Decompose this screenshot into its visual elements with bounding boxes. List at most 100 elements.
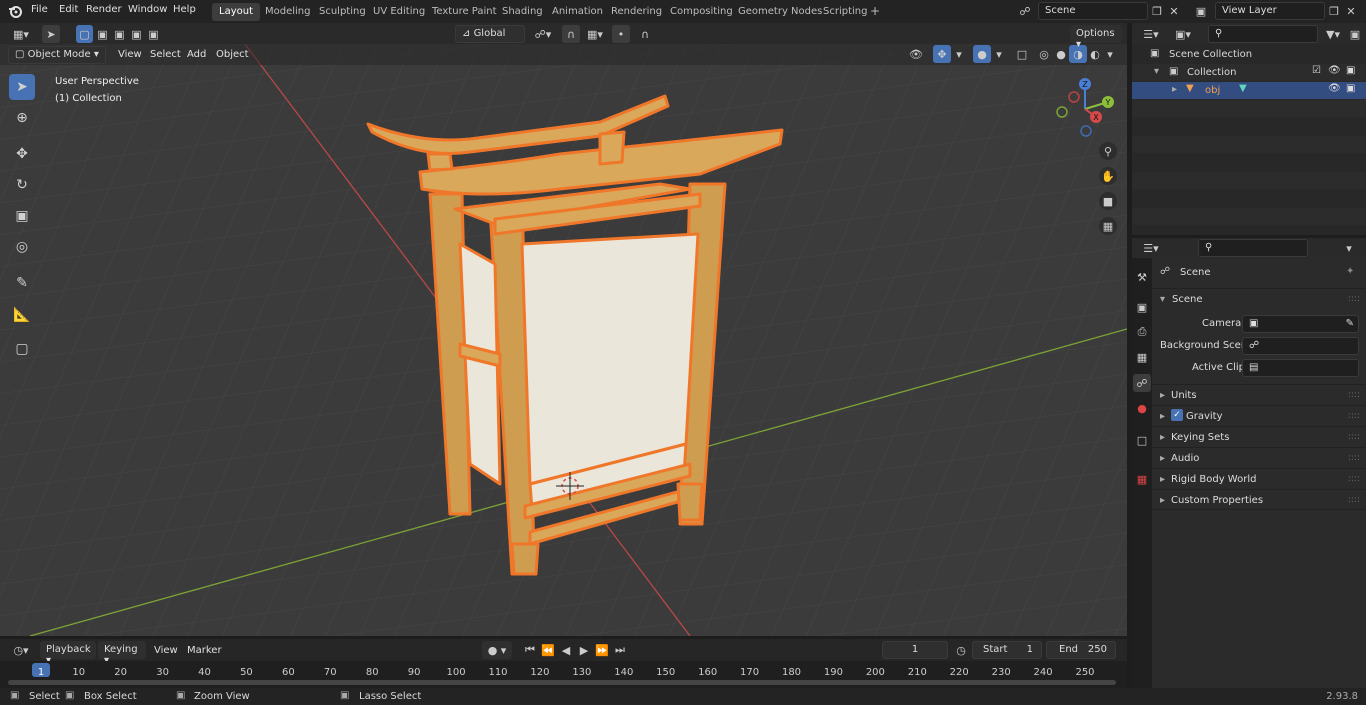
solid-shading-icon[interactable]: ●: [1052, 45, 1070, 63]
properties-editor-type-icon[interactable]: ☰▾: [1138, 239, 1164, 257]
scene-collection-row[interactable]: ▣ Scene Collection: [1132, 46, 1366, 63]
select-subtract-icon[interactable]: ▣: [111, 25, 128, 43]
background-scene-field[interactable]: ☍: [1242, 337, 1359, 355]
zoom-icon[interactable]: ⚲: [1099, 142, 1117, 160]
keying-sets-section[interactable]: ▸ Keying Sets ::::: [1152, 426, 1366, 447]
object-row[interactable]: ▸ ▼ obj ▼ 👁 ▣: [1132, 82, 1366, 99]
wireframe-shading-icon[interactable]: ◎: [1035, 45, 1053, 63]
display-mode-icon[interactable]: ▣▾: [1170, 25, 1196, 43]
end-frame-field[interactable]: End 250: [1046, 641, 1116, 659]
lantern-object[interactable]: [0, 44, 1127, 636]
object-expand-icon[interactable]: ▸: [1172, 84, 1177, 95]
overlays-toggle-icon[interactable]: ●: [973, 45, 991, 63]
editor-type-icon[interactable]: ▦▾: [8, 25, 34, 43]
outliner-search-input[interactable]: ⚲: [1208, 25, 1318, 43]
tab-geometry-nodes[interactable]: Geometry Nodes: [731, 3, 829, 21]
select-invert-icon[interactable]: ▣: [128, 25, 145, 43]
camera-view-icon[interactable]: ■: [1099, 192, 1117, 210]
annotate-tool-icon[interactable]: ✎: [9, 270, 35, 296]
menu-object[interactable]: Object: [216, 49, 249, 60]
collection-visibility-icon[interactable]: 👁: [1328, 65, 1341, 76]
ortho-grid-icon[interactable]: ▦: [1099, 217, 1117, 235]
copy-view-layer-icon[interactable]: ❐: [1325, 2, 1343, 20]
gravity-expand-icon[interactable]: ▸: [1160, 411, 1165, 422]
snap-icon[interactable]: ∩: [562, 25, 580, 43]
xray-icon[interactable]: □: [1013, 45, 1031, 63]
menu-view[interactable]: View: [118, 49, 142, 60]
proportional-edit-icon[interactable]: •: [612, 25, 630, 43]
menu-help[interactable]: Help: [173, 4, 196, 15]
jump-start-icon[interactable]: ⏮: [521, 641, 539, 659]
tab-animation[interactable]: Animation: [545, 3, 610, 21]
rigid-body-world-section[interactable]: ▸ Rigid Body World ::::: [1152, 468, 1366, 489]
gravity-checkbox[interactable]: ✓: [1171, 409, 1183, 421]
gizmo-dropdown-icon[interactable]: ▾: [953, 45, 965, 63]
properties-search-input[interactable]: ⚲: [1198, 239, 1308, 257]
timeline-menu-marker[interactable]: Marker: [187, 645, 222, 656]
pivot-point-icon[interactable]: ☍▾: [530, 25, 556, 43]
rotate-tool-icon[interactable]: ↻: [9, 172, 35, 198]
gravity-section[interactable]: ▸ ✓ Gravity ::::: [1152, 405, 1366, 426]
output-tab-icon[interactable]: ⎙: [1133, 323, 1151, 341]
menu-add[interactable]: Add: [187, 49, 206, 60]
move-tool-icon[interactable]: ✥: [9, 141, 35, 167]
navigation-gizmo[interactable]: Z Y X: [1050, 74, 1120, 144]
menu-file[interactable]: File: [31, 4, 48, 15]
tab-modeling[interactable]: Modeling: [258, 3, 318, 21]
scene-tab-icon[interactable]: ☍: [1133, 374, 1151, 392]
scene-panel-expand-icon[interactable]: ▾: [1160, 294, 1165, 305]
close-scene-icon[interactable]: ✕: [1165, 2, 1183, 20]
tab-layout[interactable]: Layout: [212, 3, 260, 21]
pan-hand-icon[interactable]: ✋: [1099, 167, 1117, 185]
3d-viewport[interactable]: User Perspective (1) Collection ➤ ⊕ ✥ ↻ …: [0, 44, 1127, 636]
object-visibility-icon[interactable]: 👁: [1328, 83, 1341, 94]
units-section[interactable]: ▸ Units ::::: [1152, 384, 1366, 405]
playback-menu[interactable]: Playback ▾: [40, 641, 96, 666]
object-mode-dropdown[interactable]: ▢ Object Mode ▾: [8, 46, 106, 64]
view-layer-icon[interactable]: ▣: [1190, 2, 1212, 20]
exclude-checkbox-icon[interactable]: ☑: [1312, 65, 1321, 76]
menu-render[interactable]: Render: [86, 4, 122, 15]
close-view-layer-icon[interactable]: ✕: [1342, 2, 1360, 20]
copy-scene-icon[interactable]: ❐: [1148, 2, 1166, 20]
keying-menu[interactable]: Keying ▾: [98, 641, 146, 666]
select-intersect-icon[interactable]: ▣: [145, 25, 162, 43]
tweak-tool-icon[interactable]: ➤: [9, 74, 35, 100]
scale-tool-icon[interactable]: ▣: [9, 203, 35, 229]
jump-end-icon[interactable]: ⏭: [611, 641, 629, 659]
options-dropdown[interactable]: Options ▾: [1070, 25, 1122, 50]
timeline-scrollbar[interactable]: [8, 680, 1116, 685]
render-tab-icon[interactable]: ▣: [1133, 298, 1151, 316]
select-new-icon[interactable]: ▢: [76, 25, 93, 43]
stopwatch-icon[interactable]: ◷: [952, 641, 970, 659]
menu-select[interactable]: Select: [150, 49, 181, 60]
auto-keying-icon[interactable]: ● ▾: [482, 641, 512, 659]
play-icon[interactable]: ▶: [575, 641, 593, 659]
tab-sculpting[interactable]: Sculpting: [312, 3, 373, 21]
jump-keyframe-back-icon[interactable]: ⏪: [539, 641, 557, 659]
custom-properties-section[interactable]: ▸ Custom Properties ::::: [1152, 489, 1366, 510]
drag-handle-icon[interactable]: ::::: [1348, 294, 1360, 304]
tab-uv-editing[interactable]: UV Editing: [366, 3, 432, 21]
drag-handle-icon[interactable]: ::::: [1348, 495, 1360, 505]
menu-edit[interactable]: Edit: [59, 4, 78, 15]
scene-name-field[interactable]: Scene: [1038, 2, 1148, 20]
snap-target-icon[interactable]: ▦▾: [582, 25, 608, 43]
drag-handle-icon[interactable]: ::::: [1348, 390, 1360, 400]
blender-logo-icon[interactable]: [6, 2, 24, 20]
overlays-dropdown-icon[interactable]: ▾: [993, 45, 1005, 63]
visibility-icon[interactable]: 👁: [903, 45, 929, 63]
camera-field[interactable]: ▣ ✎: [1242, 315, 1359, 333]
drag-handle-icon[interactable]: ::::: [1348, 432, 1360, 442]
pin-icon[interactable]: ✦: [1346, 266, 1354, 277]
select-tool-icon[interactable]: ➤: [42, 25, 60, 43]
keying-sets-expand-icon[interactable]: ▸: [1160, 432, 1165, 443]
view-layer-field[interactable]: View Layer: [1215, 2, 1325, 20]
view-layer-tab-icon[interactable]: ▦: [1133, 348, 1151, 366]
drag-handle-icon[interactable]: ::::: [1348, 411, 1360, 421]
transform-tool-icon[interactable]: ◎: [9, 234, 35, 260]
transform-orientation-dropdown[interactable]: ⊿ Global: [455, 25, 525, 43]
drag-handle-icon[interactable]: ::::: [1348, 453, 1360, 463]
measure-tool-icon[interactable]: 📐: [9, 302, 35, 328]
timeline-editor-type-icon[interactable]: ◷▾: [8, 641, 34, 659]
